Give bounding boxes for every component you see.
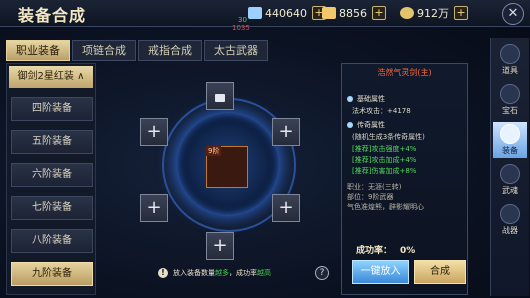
bound-gem-value: 8856 <box>339 6 367 20</box>
category-item[interactable]: 六阶装备 <box>11 163 93 187</box>
synthesis-circle: 9阶 + + + + + <box>110 62 330 267</box>
material-slot-2[interactable]: + <box>272 118 300 146</box>
weapon-level-badge: 9阶 <box>206 146 222 156</box>
item-name: 浩然气灵剑(主) <box>377 68 432 77</box>
sidebar-label: 道具 <box>502 66 518 75</box>
hint-prefix: 放入装备数量 <box>173 269 215 277</box>
legend-line: [推荐]攻击加成+4% <box>352 156 417 164</box>
part-info: 部位：9阶武器 <box>347 193 394 201</box>
hint-highlight-more: 越多 <box>215 269 229 277</box>
category-item[interactable]: 八阶装备 <box>11 229 93 253</box>
material-slot-5[interactable]: + <box>206 232 234 260</box>
basic-attr-label: 基础属性 <box>357 95 385 103</box>
resource-bound-gem: 8856 + <box>322 5 386 21</box>
material-slot-4[interactable]: + <box>272 194 300 222</box>
top-bar: 装备合成 440640 + 8856 + 912万 + ✕ <box>0 0 530 27</box>
sidebar-label: 宝石 <box>502 106 518 115</box>
flavor-text: 气色准煌熊，辟影耀明心 <box>347 203 424 211</box>
material-slot-1[interactable]: + <box>140 118 168 146</box>
right-sidebar: 道具 宝石 装备 武魂 战器 <box>490 38 529 296</box>
bullet-icon <box>347 96 353 102</box>
auto-fill-button[interactable]: 一键放入 <box>352 260 409 284</box>
page-title: 装备合成 <box>18 6 87 25</box>
hint-mid: ，成功率 <box>229 269 257 277</box>
category-item-selected[interactable]: 九阶装备 <box>11 262 93 286</box>
tab-job-equipment[interactable]: 职业装备 <box>6 40 70 61</box>
category-item[interactable]: 五阶装备 <box>11 130 93 154</box>
random-note: (随机生成3条传奇属性) <box>352 133 425 141</box>
sidebar-label: 战器 <box>502 226 518 235</box>
category-item[interactable]: 四阶装备 <box>11 97 93 121</box>
lock-icon <box>215 94 225 102</box>
add-coin-button[interactable]: + <box>454 6 468 20</box>
tab-ancient-weapon[interactable]: 太古武器 <box>204 40 268 61</box>
rate-value: 0% <box>400 246 416 256</box>
sidebar-item-gems[interactable]: 宝石 <box>493 82 527 118</box>
bound-gem-icon <box>322 7 336 19</box>
debug-value: 1035 <box>232 24 250 32</box>
tab-bar: 职业装备 项链合成 戒指合成 太古武器 <box>6 40 270 61</box>
success-rate: 成功率： 0% <box>356 243 415 256</box>
material-slot-3[interactable]: + <box>140 194 168 222</box>
coin-value: 912万 <box>417 7 449 20</box>
debug-fps: 30 <box>238 16 247 24</box>
legend-line: [推荐]攻击强度+4% <box>352 145 417 153</box>
add-bound-gem-button[interactable]: + <box>372 6 386 20</box>
item-detail-panel: 浩然气灵剑(主) 基础属性 法术攻击：+4178 传奇属性 (随机生成3条传奇属… <box>341 63 468 295</box>
sidebar-item-equipment[interactable]: 装备 <box>493 122 527 158</box>
resource-coin: 912万 + <box>400 5 468 21</box>
bullet-icon <box>347 122 353 128</box>
hint-highlight-higher: 越高 <box>257 269 271 277</box>
rate-label: 成功率： <box>356 246 393 256</box>
category-item[interactable]: 七阶装备 <box>11 196 93 220</box>
legend-attr-label: 传奇属性 <box>357 121 385 129</box>
help-button[interactable]: ? <box>315 266 329 280</box>
attack-stat: 法术攻击：+4178 <box>352 107 411 115</box>
tab-ring[interactable]: 戒指合成 <box>138 40 202 61</box>
sidebar-item-war-weapon[interactable]: 战器 <box>493 202 527 238</box>
basic-attr-heading: 基础属性 <box>347 94 385 104</box>
chevron-up-icon: ∧ <box>77 71 85 82</box>
category-list: 御剑2星红装 ∧ 四阶装备 五阶装备 六阶装备 七阶装备 八阶装备 九阶装备 <box>6 63 96 295</box>
category-header[interactable]: 御剑2星红装 ∧ <box>9 66 93 88</box>
category-header-label: 御剑2星红装 <box>17 71 74 82</box>
resource-gem: 440640 + <box>248 5 326 21</box>
combine-button[interactable]: 合成 <box>414 260 466 284</box>
weapon-icon <box>500 204 520 224</box>
close-button[interactable]: ✕ <box>502 3 524 25</box>
locked-slot[interactable] <box>206 82 234 110</box>
hint-text: ! 放入装备数量 越多 ，成功率 越高 <box>158 268 271 278</box>
sidebar-item-soul[interactable]: 武魂 <box>493 162 527 198</box>
job-info: 职业：无涯(三转) <box>347 183 402 191</box>
coin-icon <box>400 7 414 19</box>
gem-value: 440640 <box>265 6 307 20</box>
bag-icon <box>500 44 520 64</box>
legend-attr-heading: 传奇属性 <box>347 120 385 130</box>
legend-line: [推荐]伤害加成+8% <box>352 167 417 175</box>
armor-icon <box>500 124 520 144</box>
sidebar-label: 装备 <box>502 146 518 155</box>
soul-icon <box>500 164 520 184</box>
gem-icon <box>500 84 520 104</box>
sidebar-item-props[interactable]: 道具 <box>493 42 527 78</box>
gem-icon <box>248 7 262 19</box>
info-icon: ! <box>158 268 168 278</box>
tab-necklace[interactable]: 项链合成 <box>72 40 136 61</box>
sidebar-label: 武魂 <box>502 186 518 195</box>
